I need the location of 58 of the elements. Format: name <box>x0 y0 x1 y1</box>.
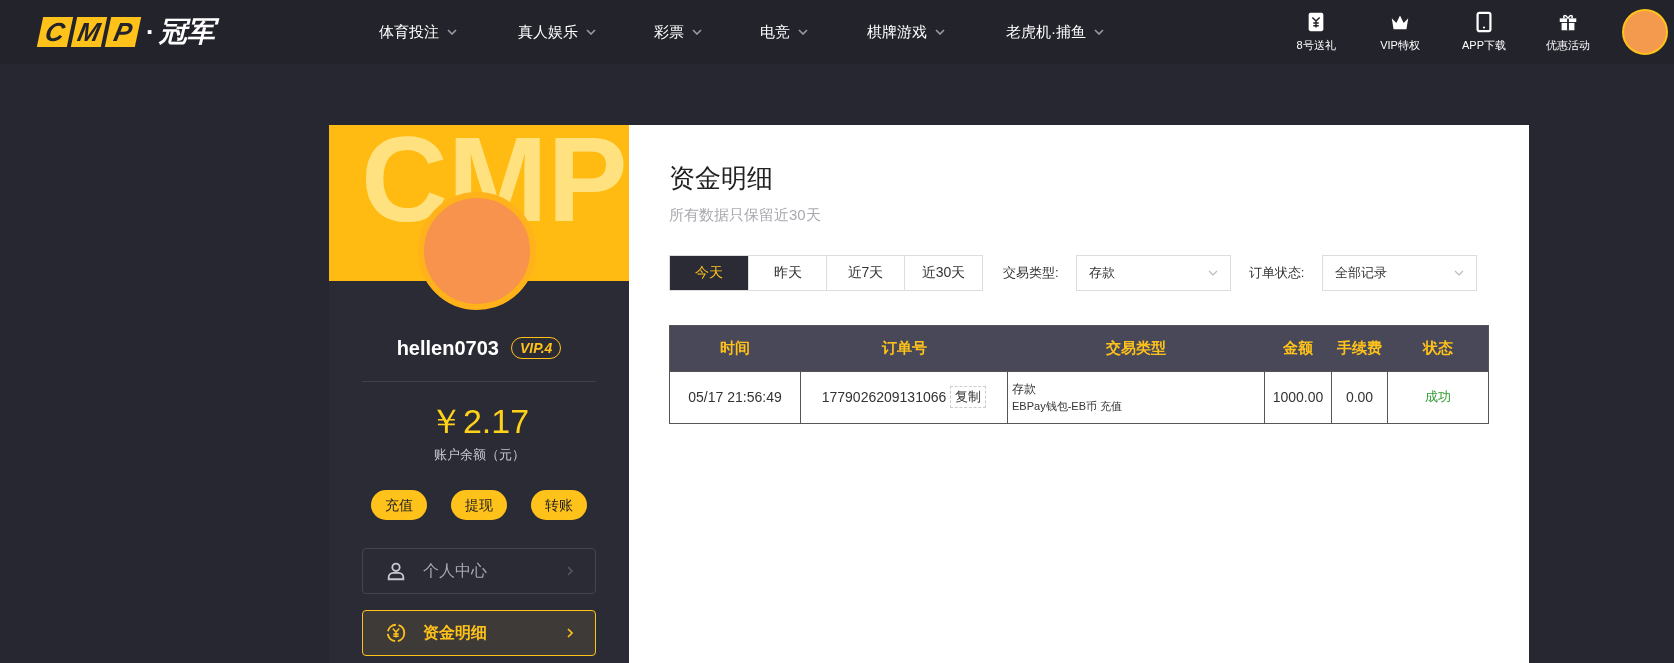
avatar-placeholder[interactable] <box>1622 9 1668 55</box>
nav-menu-item[interactable]: 真人娱乐 <box>518 20 654 44</box>
copy-button[interactable]: 复制 <box>950 386 987 408</box>
logo-letter: M <box>70 17 108 47</box>
table-cell: 1000.00 <box>1264 371 1332 423</box>
filter-dropdown[interactable]: 全部记录 <box>1322 254 1478 291</box>
date-tab[interactable]: 今天 <box>670 255 748 290</box>
action-button[interactable]: 转账 <box>531 490 587 520</box>
action-button[interactable]: 提现 <box>451 490 507 520</box>
transaction-type: 存款 <box>1012 380 1037 398</box>
chevron-down-icon <box>1454 269 1465 276</box>
column-header: 订单号 <box>800 325 1008 371</box>
logo-name: 冠军 <box>158 14 221 50</box>
user-icon <box>385 560 407 582</box>
caret-icon <box>447 29 457 35</box>
header-link[interactable]: VIP特权 <box>1358 10 1442 54</box>
chevron-right-icon <box>567 628 573 638</box>
username: hellen0703 <box>396 336 499 361</box>
header-link[interactable]: 优惠活动 <box>1526 10 1610 54</box>
header-link[interactable]: 8号送礼 <box>1274 10 1358 54</box>
chevron-down-icon <box>1207 269 1218 276</box>
table-cell: 05/17 21:56:49 <box>669 371 801 423</box>
caret-icon <box>1094 29 1104 35</box>
caret-icon <box>798 29 808 35</box>
filter-dropdown[interactable]: 存款 <box>1075 254 1231 291</box>
filter-label: 交易类型: <box>1003 263 1059 282</box>
table-cell: 0.00 <box>1331 371 1388 423</box>
sidebar-menu-item[interactable]: 个人中心 <box>362 548 596 594</box>
column-header: 交易类型 <box>1007 325 1265 371</box>
yen-circle-icon <box>385 622 407 644</box>
column-header: 时间 <box>669 325 801 371</box>
page-title: 资金明细 <box>669 162 774 195</box>
caret-icon <box>586 29 596 35</box>
balance-label: 账户余额（元） <box>433 445 525 464</box>
status-text: 成功 <box>1387 371 1489 423</box>
caret-icon <box>692 29 702 35</box>
column-header: 状态 <box>1387 325 1489 371</box>
logo-letter: C <box>36 17 74 47</box>
nav-menu-item[interactable]: 体育投注 <box>379 20 518 44</box>
transaction-detail: EBPay钱包-EB币 充值 <box>1012 398 1124 414</box>
sidebar-menu-item[interactable]: 资金明细 <box>362 610 596 656</box>
nav-menu-item[interactable]: 老虎机·捕鱼 <box>1006 20 1126 44</box>
column-header: 手续费 <box>1331 325 1388 371</box>
nav-menu-item[interactable]: 棋牌游戏 <box>867 20 1006 44</box>
nav-menu-item[interactable]: 电竞 <box>760 20 867 44</box>
filter-label: 订单状态: <box>1248 263 1305 282</box>
balance-amount: ￥2.17 <box>428 401 530 442</box>
tablet-icon <box>1473 10 1495 33</box>
logo-letter: P <box>104 17 142 47</box>
nav-menu-item[interactable]: 彩票 <box>654 20 760 44</box>
order-number: 1779026209131066 <box>821 387 947 407</box>
header-link[interactable]: APP下载 <box>1442 10 1526 54</box>
column-header: 金额 <box>1264 325 1332 371</box>
action-button[interactable]: 充值 <box>371 490 427 520</box>
chevron-right-icon <box>567 566 573 576</box>
page-subtitle: 所有数据只保留近30天 <box>669 205 822 225</box>
logo-separator: · <box>146 15 155 49</box>
caret-icon <box>935 29 945 35</box>
